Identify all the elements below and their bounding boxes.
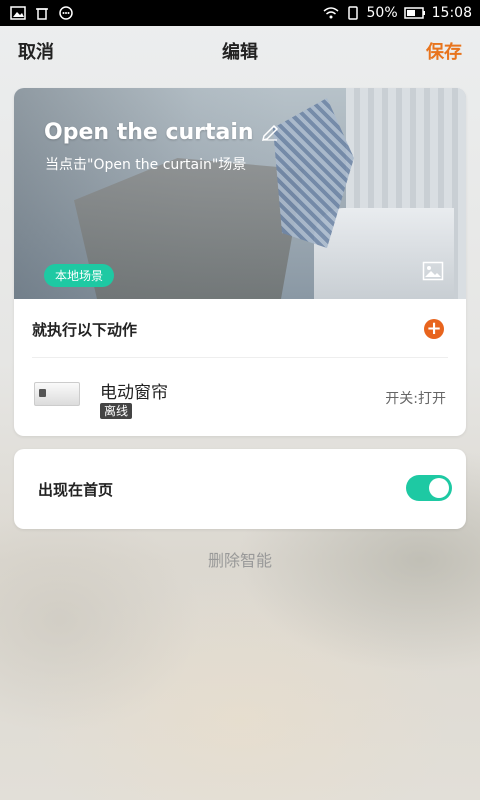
offline-badge: 离线 [100,403,133,419]
toggle-knob [429,478,449,498]
show-on-home-toggle[interactable] [406,475,452,501]
pencil-icon[interactable] [260,123,280,143]
gallery-icon [10,6,26,20]
wifi-icon [323,7,339,19]
scene-cover-image: Open the curtain 当点击"Open the curtain"场景… [14,88,466,299]
chat-bubble-icon [59,6,73,20]
delete-scene-button[interactable]: 删除智能 [0,547,480,571]
sim-icon [347,6,358,20]
show-on-home-label: 出现在首页 [38,481,114,499]
status-bar: 50% 15:08 [0,0,480,26]
actions-section-header: 就执行以下动作 + [32,299,448,358]
action-item[interactable]: 电动窗帘 离线 开关:打开 [32,358,448,436]
page-title: 编辑 [222,42,258,63]
save-button[interactable]: 保存 [426,38,462,64]
bed-graphic [314,208,454,299]
nav-bar: 取消 编辑 保存 [0,26,480,76]
clock: 15:08 [431,5,472,21]
device-name: 电动窗帘 [100,383,168,403]
device-action-value: 开关:打开 [385,391,446,407]
show-on-home-card: 出现在首页 [14,449,466,529]
trash-icon [36,8,48,20]
scene-card: Open the curtain 当点击"Open the curtain"场景… [14,88,466,436]
change-image-icon[interactable] [422,261,444,281]
scene-title-row[interactable]: Open the curtain [44,120,280,145]
actions-section-title: 就执行以下动作 [32,321,138,339]
scene-subtitle: 当点击"Open the curtain"场景 [45,157,247,173]
scene-title: Open the curtain [44,120,254,145]
local-scene-tag: 本地场景 [44,264,115,287]
add-action-button[interactable]: + [424,319,444,339]
battery-percent: 50% [366,5,398,21]
battery-icon [403,7,425,19]
curtain-motor-image [34,382,80,406]
